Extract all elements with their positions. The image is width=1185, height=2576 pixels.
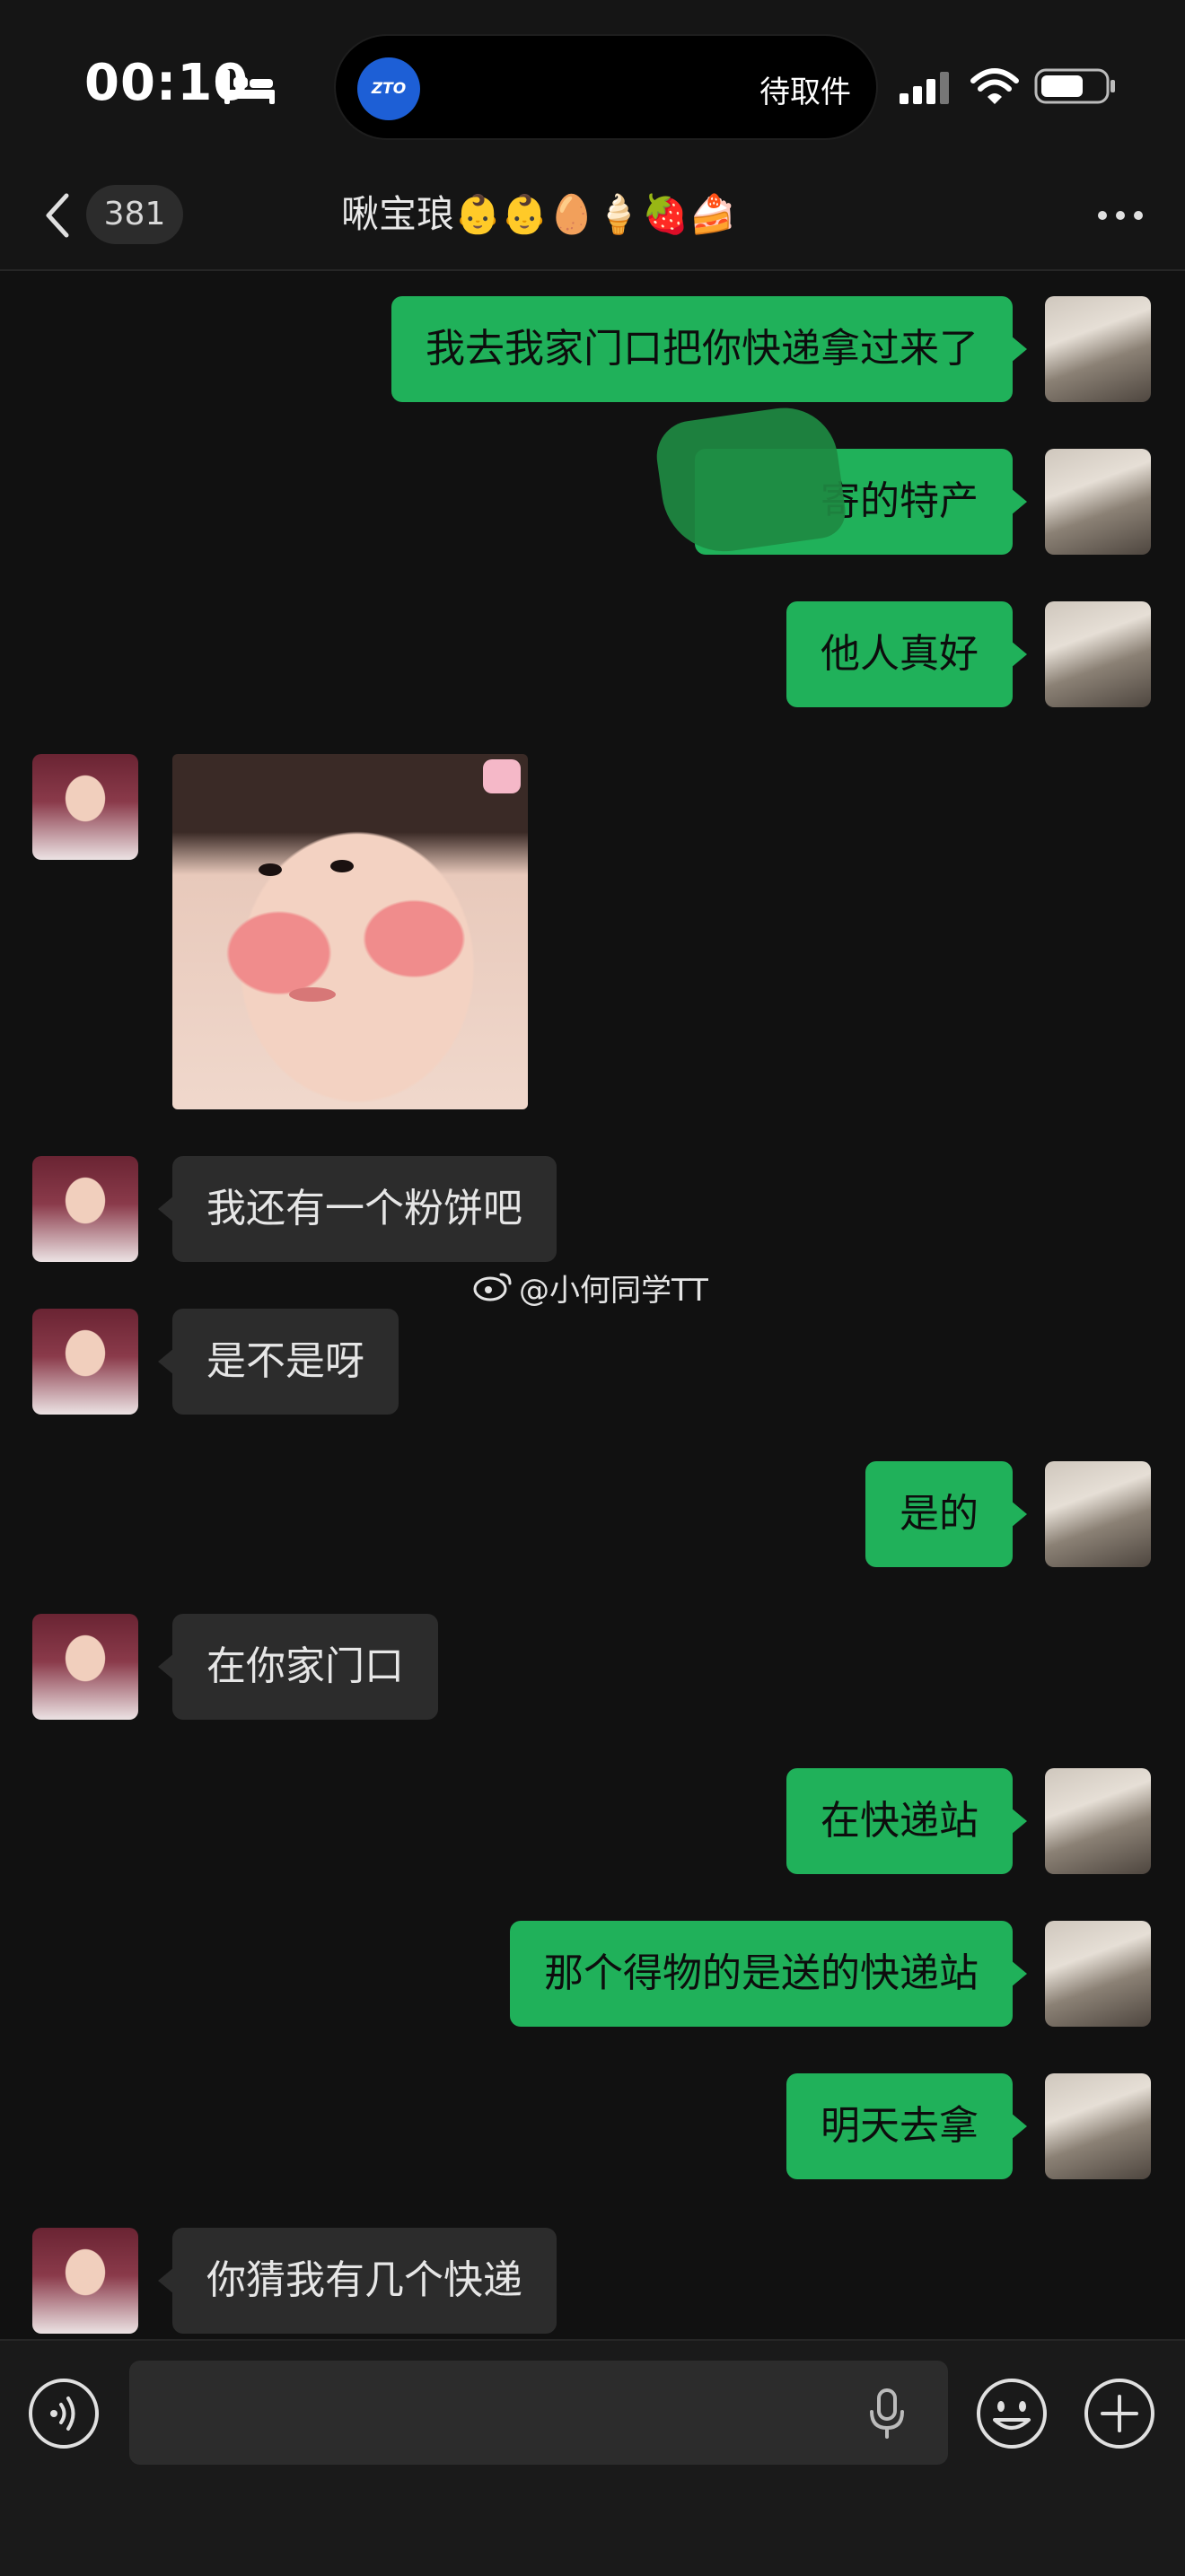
incoming-message-bubble[interactable]: 在你家门口 — [158, 1614, 438, 1720]
island-status-text: 待取件 — [759, 74, 851, 110]
weibo-icon — [473, 1273, 512, 1301]
outgoing-message-bubble[interactable]: 我去我家门口把你快递拿过来了 — [391, 296, 1027, 402]
unread-count-badge[interactable]: 381 — [86, 185, 183, 244]
photo-detail — [259, 863, 282, 876]
watermark-text: @小何同学TT — [519, 1273, 708, 1309]
redaction-scribble — [652, 400, 849, 560]
contact-avatar[interactable] — [32, 754, 138, 860]
cellular-signal-icon — [900, 72, 949, 104]
status-bar: 00:10 ZTO 待取件 — [0, 0, 1185, 171]
photo-detail — [330, 860, 354, 872]
more-options-icon[interactable] — [1095, 206, 1146, 224]
my-avatar[interactable] — [1045, 449, 1151, 555]
chat-title[interactable]: 啾宝琅👶👶🥚🍦🍓🍰 — [341, 185, 736, 244]
microphone-icon[interactable] — [867, 2388, 907, 2440]
my-avatar[interactable] — [1045, 1461, 1151, 1567]
my-avatar[interactable] — [1045, 296, 1151, 402]
incoming-message-bubble[interactable]: 是不是呀 — [158, 1309, 399, 1415]
contact-avatar[interactable] — [32, 1156, 138, 1262]
contact-avatar[interactable] — [32, 1614, 138, 1720]
input-bar — [0, 2339, 1185, 2576]
outgoing-message-bubble[interactable]: 那个得物的是送的快递站 — [510, 1921, 1027, 2027]
outgoing-message-bubble[interactable]: 他人真好 — [786, 601, 1027, 707]
emoji-icon[interactable] — [975, 2377, 1049, 2450]
battery-icon — [1034, 68, 1115, 104]
incoming-message-bubble[interactable]: 你猜我有几个快递 — [158, 2228, 557, 2334]
chat-header: 381 啾宝琅👶👶🥚🍦🍓🍰 — [0, 171, 1185, 271]
back-chevron-icon[interactable] — [40, 188, 75, 242]
add-plus-icon[interactable] — [1083, 2377, 1156, 2450]
photo-detail — [289, 987, 336, 1002]
sticker-badge-icon — [483, 759, 521, 793]
incoming-message-bubble[interactable]: 我还有一个粉饼吧 — [158, 1156, 557, 1262]
image-message[interactable] — [172, 754, 528, 1109]
outgoing-message-bubble[interactable]: 在快递站 — [786, 1768, 1027, 1874]
my-avatar[interactable] — [1045, 1921, 1151, 2027]
outgoing-message-bubble[interactable]: 是的 — [865, 1461, 1027, 1567]
dynamic-island[interactable]: ZTO 待取件 — [334, 34, 878, 140]
message-input[interactable] — [129, 2361, 948, 2465]
contact-avatar[interactable] — [32, 1309, 138, 1415]
my-avatar[interactable] — [1045, 2073, 1151, 2179]
wifi-icon — [970, 68, 1019, 104]
contact-avatar[interactable] — [32, 2228, 138, 2334]
my-avatar[interactable] — [1045, 601, 1151, 707]
outgoing-message-bubble[interactable]: 明天去拿 — [786, 2073, 1027, 2179]
voice-input-icon[interactable] — [27, 2377, 101, 2450]
zto-express-logo-icon: ZTO — [357, 57, 420, 120]
my-avatar[interactable] — [1045, 1768, 1151, 1874]
sleep-bed-icon — [224, 70, 275, 104]
